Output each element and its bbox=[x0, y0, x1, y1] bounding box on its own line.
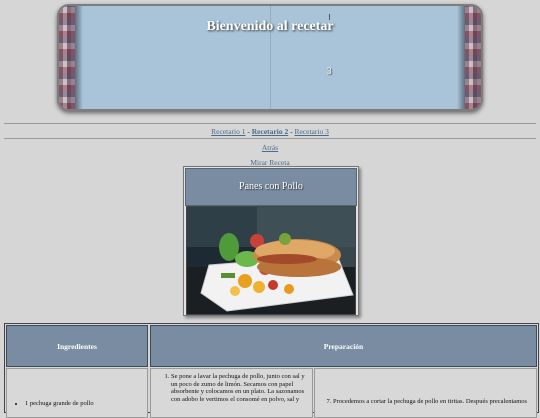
nav-link-recetario-1[interactable]: Recetario 1 bbox=[211, 127, 245, 136]
preparation-cell-2: Procedemos a cortar la pechuga de pollo … bbox=[314, 368, 537, 418]
preparation-header: Preparación bbox=[150, 325, 537, 367]
divider-top bbox=[4, 123, 536, 124]
back-link-row: Atrás bbox=[0, 143, 540, 152]
nav-link-recetario-3[interactable]: Recetario 3 bbox=[294, 127, 328, 136]
nav-link-recetario-2[interactable]: Recetario 2 bbox=[252, 127, 288, 136]
back-link[interactable]: Atrás bbox=[262, 143, 278, 152]
ingredient-item: 1 pechuga grande de pollo bbox=[25, 400, 94, 408]
ingredients-header: Ingredientes bbox=[6, 325, 148, 367]
preparation-steps-2: Procedemos a cortar la pechuga de pollo … bbox=[315, 398, 527, 406]
ingredients-cell: 1 pechuga grande de pollo bbox=[6, 368, 148, 418]
banner-mark: 3 bbox=[327, 66, 332, 76]
recipe-photo bbox=[186, 206, 356, 315]
recipe-photo-image bbox=[187, 207, 355, 314]
banner-title: Bienvenido al recetar bbox=[206, 19, 334, 34]
preparation-steps-1: Se pone a lavar la pechuga de pollo, jun… bbox=[151, 369, 312, 403]
preparation-cell-1: Se pone a lavar la pechuga de pollo, jun… bbox=[150, 368, 313, 418]
divider-bottom bbox=[4, 138, 536, 139]
recipe-table: Ingredientes Preparación 1 pechuga grand… bbox=[4, 323, 539, 418]
site-banner: Bienvenido al recetar 3 bbox=[57, 4, 483, 111]
ingredients-list: 1 pechuga grande de pollo bbox=[7, 400, 94, 408]
recetario-nav: Recetario 1 - Recetario 2 - Recetario 3 bbox=[0, 127, 540, 136]
preparation-step: Procedemos a cortar la pechuga de pollo … bbox=[333, 398, 527, 406]
recipe-card: Panes con Pollo bbox=[183, 166, 359, 316]
recipe-title: Panes con Pollo bbox=[185, 168, 357, 206]
preparation-step: Se pone a lavar la pechuga de pollo, jun… bbox=[171, 373, 308, 403]
